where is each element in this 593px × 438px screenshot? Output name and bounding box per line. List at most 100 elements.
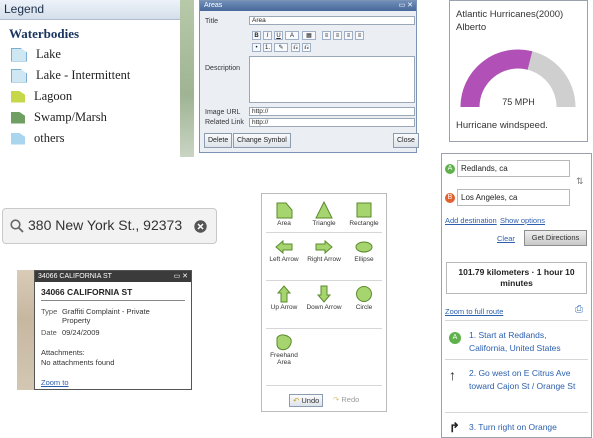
legend-item-label: Swamp/Marsh (34, 110, 107, 124)
down-arrow-icon (316, 285, 332, 303)
step-text[interactable]: 2. Go west on E Citrus Ave toward Cajon … (469, 367, 587, 393)
map-background[interactable] (17, 270, 35, 390)
legend-header: Legend (0, 0, 191, 20)
tool-label: Right Arrow (307, 256, 341, 263)
popup-window-controls[interactable]: ▭ ✕ (174, 271, 188, 282)
map-background[interactable] (180, 0, 194, 157)
tool-label: Freehand Area (270, 352, 298, 366)
divider (445, 359, 588, 360)
legend-swatch-icon (11, 90, 25, 103)
redo-label: Redo (341, 395, 360, 404)
add-destination-link[interactable]: Add destination (445, 216, 497, 225)
divider (266, 328, 382, 329)
related-link-input[interactable]: http:// (249, 118, 415, 127)
draw-palette: Area Triangle Rectangle Left Arrow Right… (261, 193, 387, 412)
step-start-icon: A (449, 332, 461, 344)
print-icon[interactable]: ⎙ (575, 304, 583, 315)
delete-button[interactable]: Delete (204, 133, 233, 148)
ellipse-icon (355, 241, 373, 253)
directions-panel: A Redlands, ca B Los Angeles, ca ⇅ Add d… (441, 153, 592, 438)
rectangle-icon (356, 202, 372, 218)
search-input[interactable]: 380 New York St., 92373 (28, 217, 182, 233)
legend-item-label: others (34, 131, 65, 145)
image-url-input[interactable]: http:// (249, 107, 415, 116)
from-input[interactable]: Redlands, ca (457, 160, 570, 177)
legend-category: Waterbodies (9, 26, 80, 41)
marker-b-icon: B (445, 193, 455, 203)
to-input[interactable]: Los Angeles, ca (457, 189, 570, 206)
tool-label: Triangle (312, 220, 336, 227)
type-label: Type (41, 307, 58, 316)
clear-search-icon[interactable] (194, 220, 207, 233)
divider (445, 320, 588, 321)
search-box[interactable]: 380 New York St., 92373 (2, 208, 217, 244)
summary-line: 101.79 kilometers · 1 hour 10 (458, 267, 575, 277)
tool-ellipse[interactable]: Ellipse (344, 238, 384, 286)
tool-right-arrow[interactable]: Right Arrow (304, 238, 344, 286)
align-center-icon[interactable]: ≡ (333, 31, 342, 40)
legend-item: Lagoon (11, 86, 191, 107)
tool-label: Rectangle (349, 220, 379, 227)
tool-up-arrow[interactable]: Up Arrow (264, 284, 304, 332)
triangle-icon (315, 200, 333, 219)
tool-label: Up Arrow (270, 304, 298, 311)
bullet-list-icon[interactable]: • (252, 43, 261, 52)
tool-down-arrow[interactable]: Down Arrow (304, 284, 344, 332)
get-directions-button[interactable]: Get Directions (524, 230, 587, 246)
underline-icon[interactable]: U (274, 31, 283, 40)
change-symbol-button[interactable]: Change Symbol (233, 133, 291, 148)
legend-item: Lake - Intermittent (11, 65, 191, 86)
dialog-window-controls[interactable]: ▭ ✕ (399, 1, 413, 11)
redo-icon: ↷ (333, 395, 340, 404)
freehand-area-icon (276, 334, 292, 351)
undo-icon: ↶ (293, 396, 300, 405)
redo-icon[interactable]: ⎌ (302, 43, 311, 52)
areas-dialog: Areas ▭ ✕ Title Area B I U A ▦ ≡ ≡ ≡ ≡ •… (199, 0, 419, 153)
legend-item-label: Lake (36, 47, 61, 61)
straight-arrow-icon: ↑ (449, 367, 456, 383)
related-link-label: Related Link (205, 119, 244, 126)
search-icon (10, 219, 24, 233)
tool-label: Area (277, 220, 291, 227)
zoom-to-link[interactable]: Zoom to (41, 378, 69, 387)
step-text[interactable]: 3. Turn right on Orange (469, 421, 587, 434)
up-arrow-icon (276, 285, 292, 303)
undo-icon[interactable]: ⎌ (291, 43, 300, 52)
font-color-icon[interactable]: A (285, 31, 299, 40)
numbered-list-icon[interactable]: 1. (263, 43, 272, 52)
description-textarea[interactable] (249, 56, 415, 103)
area-icon (276, 202, 293, 219)
undo-button[interactable]: ↶ Undo (289, 394, 324, 407)
tool-label: Down Arrow (306, 304, 342, 311)
align-left-icon[interactable]: ≡ (322, 31, 331, 40)
feature-popup: 34066 CALIFORNIA ST ▭ ✕ 34066 CALIFORNIA… (34, 270, 192, 390)
swap-icon[interactable]: ⇅ (576, 176, 584, 187)
zoom-full-route-link[interactable]: Zoom to full route (445, 307, 503, 316)
title-input[interactable]: Area (249, 16, 415, 25)
italic-icon[interactable]: I (263, 31, 272, 40)
divider (266, 280, 382, 281)
tool-left-arrow[interactable]: Left Arrow (264, 238, 304, 286)
image-url-label: Image URL (205, 109, 241, 116)
tool-circle[interactable]: Circle (344, 284, 384, 332)
justify-icon[interactable]: ≡ (355, 31, 364, 40)
legend-panel: Legend Waterbodies Lake Lake - Intermitt… (0, 0, 192, 157)
legend-item: Lake (11, 44, 191, 65)
highlight-icon[interactable]: ▦ (302, 31, 316, 40)
redo-button[interactable]: ↷ Redo (330, 394, 362, 407)
edit-icon[interactable]: ✎ (274, 43, 288, 52)
legend-swatch-icon (11, 68, 27, 83)
tool-freehand-area[interactable]: Freehand Area (264, 332, 304, 380)
close-button[interactable]: Close (393, 133, 419, 148)
right-arrow-icon (315, 239, 333, 255)
clear-link[interactable]: Clear (497, 234, 515, 243)
popup-heading: 34066 CALIFORNIA ST (41, 287, 133, 297)
attachments-label: Attachments: (41, 348, 85, 357)
marker-a-icon: A (445, 164, 455, 174)
type-value: Graffiti Complaint - Private Property (62, 307, 150, 325)
align-right-icon[interactable]: ≡ (344, 31, 353, 40)
step-text[interactable]: 1. Start at Redlands, California, United… (469, 329, 587, 355)
show-options-link[interactable]: Show options (500, 216, 545, 225)
bold-icon[interactable]: B (252, 31, 261, 40)
description-label: Description (205, 65, 241, 72)
